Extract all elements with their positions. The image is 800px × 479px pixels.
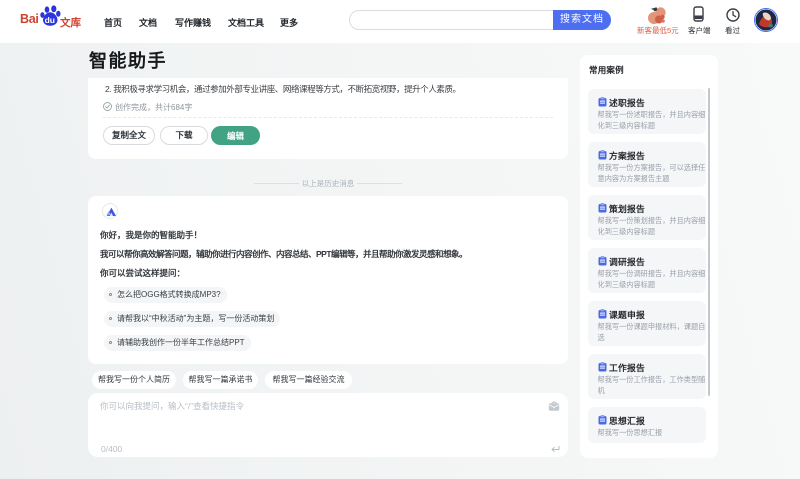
- svg-text:du: du: [45, 15, 55, 25]
